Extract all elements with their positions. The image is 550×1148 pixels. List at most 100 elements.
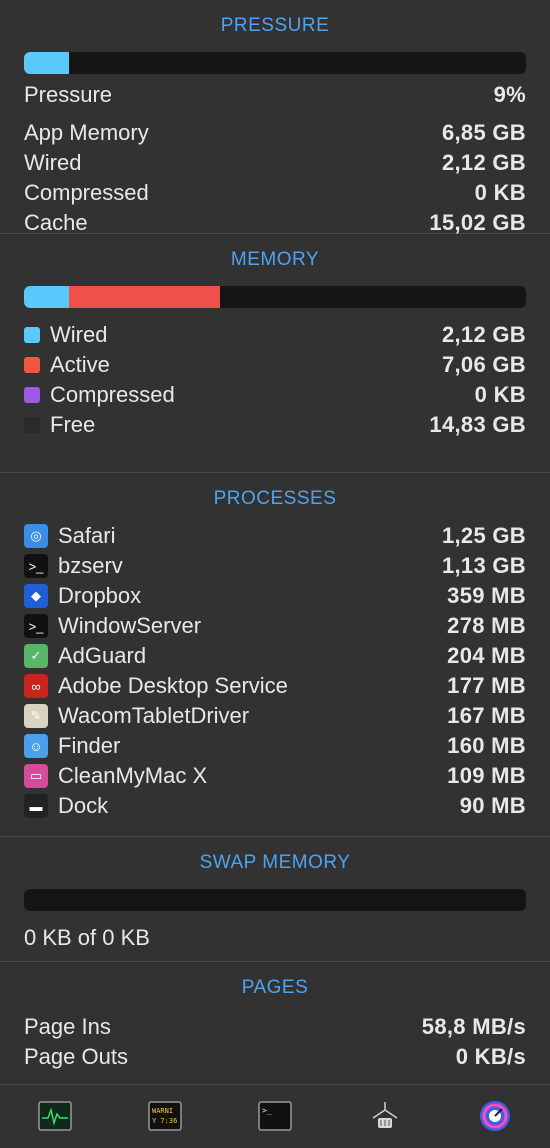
process-name: CleanMyMac X xyxy=(58,763,208,788)
pressure-section: PRESSURE Pressure 9% App Memory 6,85 GB … xyxy=(0,0,550,235)
wacom-icon: ✎ xyxy=(24,704,48,728)
process-row: ◆ Dropbox 359 MB xyxy=(24,581,526,611)
app-memory-label: App Memory xyxy=(24,120,149,145)
console-icon-text-2: Y 7:36 xyxy=(152,1117,177,1125)
compressed-row: Compressed 0 KB xyxy=(24,178,526,208)
page-ins-row: Page Ins 58,8 MB/s xyxy=(24,1012,526,1042)
memory-title: MEMORY xyxy=(230,249,320,270)
memory-bar-active-segment xyxy=(69,286,220,308)
terminal-button[interactable]: >_ xyxy=(257,1101,293,1131)
terminal-icon: >_ xyxy=(258,1101,292,1131)
process-memory-value: 109 MB xyxy=(447,763,526,788)
dock-icon: ▬ xyxy=(24,794,48,818)
process-row: ◎ Safari 1,25 GB xyxy=(24,521,526,551)
process-memory-value: 204 MB xyxy=(447,643,526,668)
process-row: ✎ WacomTabletDriver 167 MB xyxy=(24,701,526,731)
pressure-title: PRESSURE xyxy=(220,15,330,36)
swap-title: SWAP MEMORY xyxy=(199,852,351,873)
memory-free-row: Free 14,83 GB xyxy=(24,410,526,440)
process-memory-value: 90 MB xyxy=(459,793,526,818)
memory-bar xyxy=(24,286,526,308)
system-information-icon xyxy=(372,1102,398,1128)
wired-value: 2,12 GB xyxy=(441,150,526,175)
console-button[interactable]: WARNI Y 7:36 xyxy=(147,1101,183,1131)
console-icon: WARNI Y 7:36 xyxy=(148,1101,182,1131)
terminal-icon: >_ xyxy=(24,554,48,578)
terminal-icon-text: >_ xyxy=(262,1106,272,1115)
memory-compressed-row: Compressed 0 KB xyxy=(24,380,526,410)
activity-monitor-button[interactable] xyxy=(37,1101,73,1131)
process-memory-value: 160 MB xyxy=(447,733,526,758)
memory-compressed-label: Compressed xyxy=(50,382,175,407)
swap-summary-row: 0 KB of 0 KB xyxy=(24,923,526,953)
process-name: Finder xyxy=(58,733,121,758)
process-row: ☺ Finder 160 MB xyxy=(24,731,526,761)
page-outs-value: 0 KB/s xyxy=(455,1044,526,1069)
page-outs-label: Page Outs xyxy=(24,1044,128,1069)
memory-active-value: 7,06 GB xyxy=(441,352,526,377)
memory-free-value: 14,83 GB xyxy=(429,412,526,437)
finder-icon: ☺ xyxy=(24,734,48,758)
memory-section: MEMORY Wired 2,12 GB Active 7,06 GB Comp… xyxy=(0,234,550,473)
adobe-icon: ∞ xyxy=(24,674,48,698)
memory-free-label: Free xyxy=(50,412,96,437)
process-row: >_ WindowServer 278 MB xyxy=(24,611,526,641)
footer-toolbar: WARNI Y 7:36 >_ xyxy=(0,1085,550,1147)
pages-title: PAGES xyxy=(241,977,309,998)
memory-active-label: Active xyxy=(50,352,110,377)
memory-wired-row: Wired 2,12 GB xyxy=(24,320,526,350)
memory-compressed-value: 0 KB xyxy=(474,382,526,407)
pressure-row: Pressure 9% xyxy=(24,80,526,110)
process-name: AdGuard xyxy=(58,643,147,668)
process-memory-value: 1,13 GB xyxy=(441,553,526,578)
activity-monitor-icon xyxy=(38,1101,72,1131)
process-name: WacomTabletDriver xyxy=(58,703,250,728)
memory-wired-label: Wired xyxy=(50,322,108,347)
process-name: WindowServer xyxy=(58,613,202,638)
memory-wired-value: 2,12 GB xyxy=(441,322,526,347)
process-memory-value: 1,25 GB xyxy=(441,523,526,548)
process-memory-value: 167 MB xyxy=(447,703,526,728)
processes-title: PROCESSES xyxy=(213,488,337,509)
process-row: ▬ Dock 90 MB xyxy=(24,791,526,821)
wired-label: Wired xyxy=(24,150,82,175)
swap-summary: 0 KB of 0 KB xyxy=(24,925,150,950)
wired-row: Wired 2,12 GB xyxy=(24,148,526,178)
processes-section: PROCESSES ◎ Safari 1,25 GB >_ bzserv 1,13 GB ◆… xyxy=(0,473,550,837)
pressure-value: 9% xyxy=(493,82,526,107)
istat-menus-button[interactable] xyxy=(477,1101,513,1131)
memory-bar-wired-segment xyxy=(24,286,70,308)
safari-icon: ◎ xyxy=(24,524,48,548)
system-information-button[interactable] xyxy=(367,1101,403,1131)
memory-active-row: Active 7,06 GB xyxy=(24,350,526,380)
page-outs-row: Page Outs 0 KB/s xyxy=(24,1042,526,1072)
istat-menus-icon xyxy=(480,1101,510,1131)
process-list: ◎ Safari 1,25 GB >_ bzserv 1,13 GB ◆ Dropbox 359… xyxy=(24,521,526,821)
wired-legend-swatch xyxy=(24,327,40,343)
app-memory-row: App Memory 6,85 GB xyxy=(24,118,526,148)
compressed-value: 0 KB xyxy=(474,180,526,205)
page-ins-value: 58,8 MB/s xyxy=(421,1014,526,1039)
cache-label: Cache xyxy=(24,210,88,235)
app-memory-value: 6,85 GB xyxy=(441,120,526,145)
dropbox-icon: ◆ xyxy=(24,584,48,608)
process-memory-value: 278 MB xyxy=(447,613,526,638)
pressure-bar xyxy=(24,52,526,74)
swap-bar xyxy=(24,889,526,911)
page-ins-label: Page Ins xyxy=(24,1014,111,1039)
process-memory-value: 359 MB xyxy=(447,583,526,608)
process-name: bzserv xyxy=(58,553,123,578)
process-name: Adobe Desktop Service xyxy=(58,673,288,698)
process-name: Dock xyxy=(58,793,109,818)
adguard-icon: ✓ xyxy=(24,644,48,668)
console-icon-text-1: WARNI xyxy=(152,1107,173,1115)
process-name: Safari xyxy=(58,523,116,548)
cache-value: 15,02 GB xyxy=(429,210,526,235)
pages-section: PAGES Page Ins 58,8 MB/s Page Outs 0 KB/… xyxy=(0,962,550,1085)
pressure-label: Pressure xyxy=(24,82,113,107)
process-row: >_ bzserv 1,13 GB xyxy=(24,551,526,581)
process-name: Dropbox xyxy=(58,583,142,608)
compressed-label: Compressed xyxy=(24,180,149,205)
free-legend-swatch xyxy=(24,417,40,433)
process-memory-value: 177 MB xyxy=(447,673,526,698)
